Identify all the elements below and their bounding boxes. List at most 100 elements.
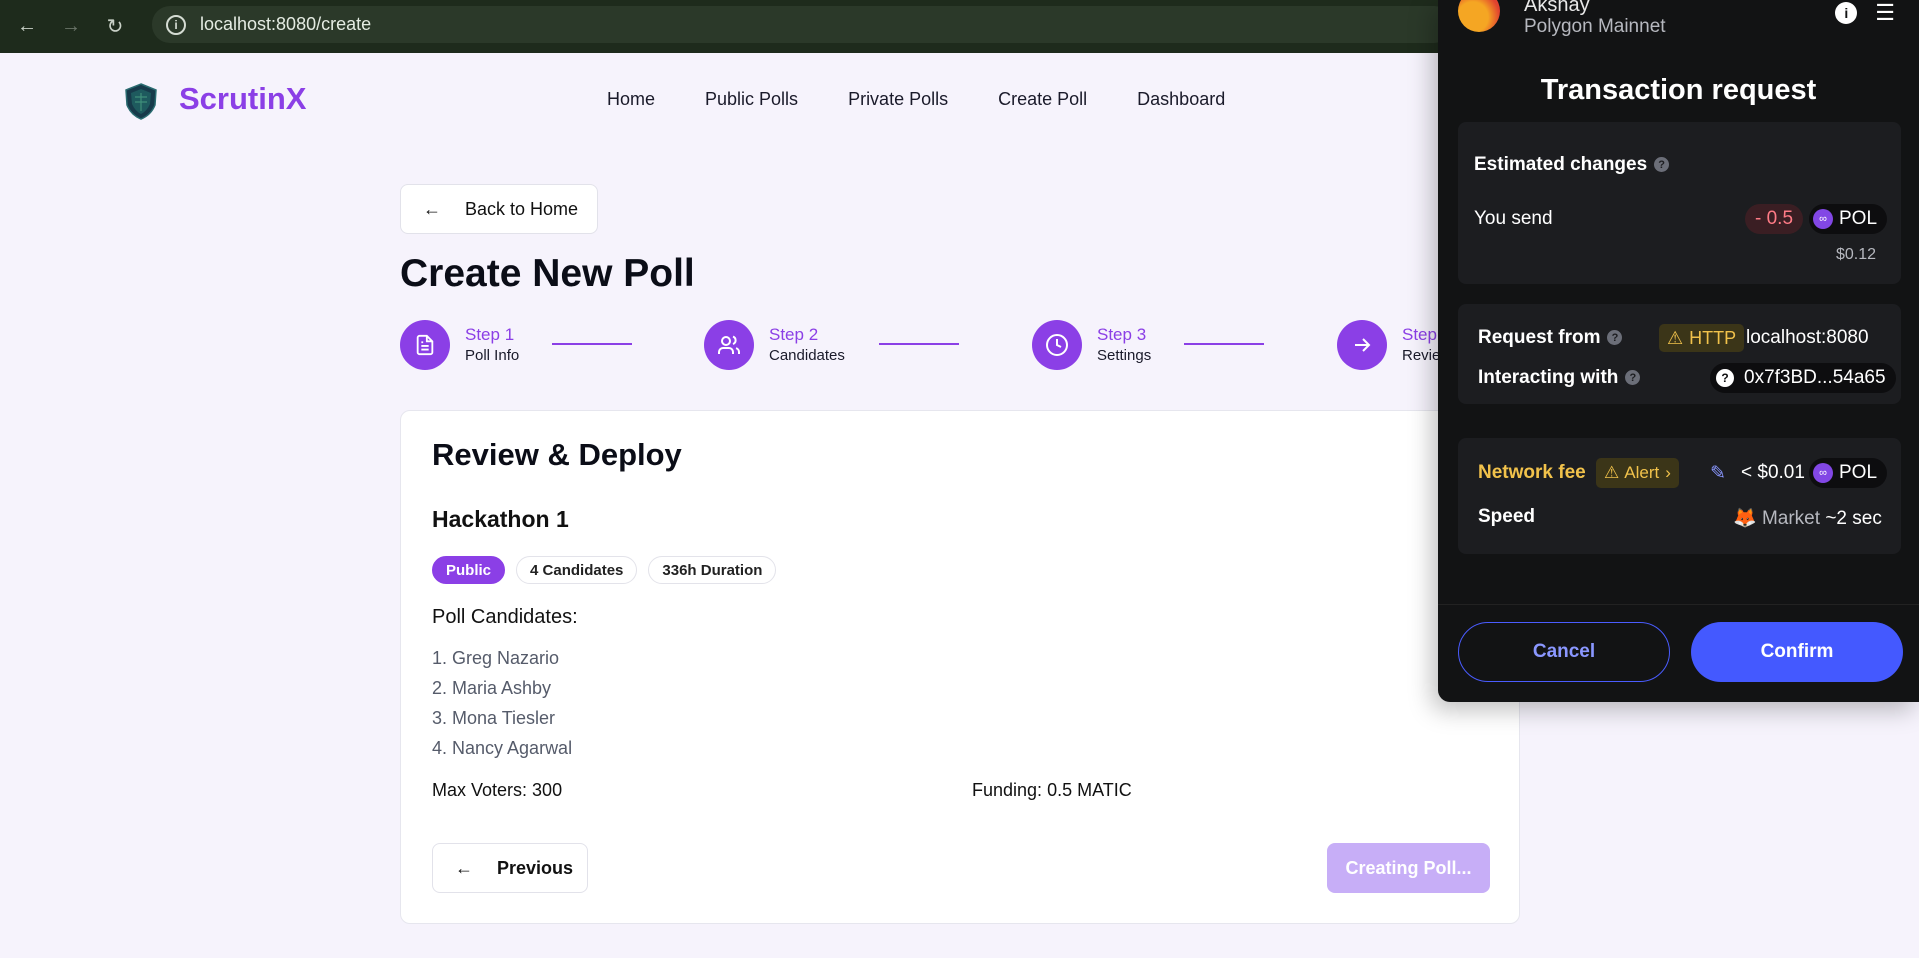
fee-token-symbol: POL [1839,462,1878,483]
network-fee-label: Network fee [1478,462,1586,483]
review-title: Review & Deploy [432,437,682,472]
estimated-changes-section: Estimated changes? You send - 0.5 ∞ POL … [1458,122,1901,284]
origin-url: localhost:8080 [1746,327,1869,348]
contract-address-pill[interactable]: ? 0x7f3BD...54a65 [1710,363,1896,393]
step-3-label: Step 3 [1097,325,1147,344]
send-amount: - 0.5 [1745,204,1804,234]
question-icon: ? [1716,369,1734,387]
nav-home[interactable]: Home [607,89,655,110]
poll-name: Hackathon 1 [432,506,569,532]
wallet-popup: Akshay Polygon Mainnet i ☰ Transaction r… [1438,0,1919,702]
alert-badge[interactable]: ⚠ Alert › [1596,458,1679,488]
max-voters-label: Max Voters: [432,780,528,800]
nav-dashboard[interactable]: Dashboard [1137,89,1225,110]
help-icon[interactable]: ? [1607,330,1623,346]
step-1-sub: Poll Info [465,347,520,364]
step-connector [879,343,959,345]
help-icon[interactable]: ? [1654,157,1670,173]
speed-time: ~2 sec [1825,508,1882,529]
step-2-label: Step 2 [769,325,819,344]
back-to-home-button[interactable]: ← Back to Home [400,184,598,234]
review-card: Review & Deploy Hackathon 1 Public 4 Can… [400,410,1520,924]
speed-value: 🦊 Market ~2 sec [1733,506,1882,530]
step-4: Step Revie [1337,320,1440,370]
list-item: 1. Greg Nazario [432,648,560,668]
main-nav: Home Public Polls Private Polls Create P… [607,89,1225,110]
visibility-badge: Public [432,556,506,584]
speed-market: Market [1761,508,1821,529]
cancel-button[interactable]: Cancel [1458,622,1670,682]
previous-button[interactable]: ← Previous [432,843,588,893]
nav-private-polls[interactable]: Private Polls [848,89,948,110]
document-icon [400,320,450,370]
network-name[interactable]: Polygon Mainnet [1524,16,1666,38]
sliders-icon[interactable]: ☰ [1875,2,1895,24]
step-connector [1184,343,1264,345]
step-connector [552,343,632,345]
users-icon [704,320,754,370]
duration-badge: 336h Duration [648,556,777,584]
footer-divider [1438,604,1919,605]
url-text: localhost:8080/create [200,14,372,34]
candidates-list: 1. Greg Nazario 2. Maria Ashby 3. Mona T… [432,643,572,763]
request-section: Request from? ⚠ HTTP localhost:8080 Inte… [1458,304,1901,404]
list-item: 4. Nancy Agarwal [432,738,573,758]
transaction-title: Transaction request [1540,74,1817,106]
fox-icon: 🦊 [1733,508,1757,529]
max-voters: Max Voters: 300 [432,780,562,801]
forward-arrow-icon[interactable]: → [54,10,88,44]
previous-label: Previous [497,857,574,878]
poll-badges: Public 4 Candidates 336h Duration [432,556,777,584]
back-arrow-icon[interactable]: ← [10,10,44,44]
interacting-with-label: Interacting with [1478,367,1619,388]
network-fee-section: Network fee ⚠ Alert › ✎ < $0.01 ∞ POL Sp… [1458,438,1901,554]
funding-value: 0.5 MATIC [1042,780,1132,800]
warning-icon: ⚠ [1604,463,1620,482]
arrow-left-icon: ← [455,857,473,878]
warning-icon: ⚠ [1667,327,1684,348]
funding: Funding: 0.5 MATIC [972,780,1132,801]
polygon-icon: ∞ [1813,463,1833,483]
shield-logo-icon [125,83,157,120]
step-1-label: Step 1 [465,325,515,344]
http-warning-badge[interactable]: ⚠ HTTP [1659,324,1745,352]
address-bar[interactable]: i localhost:8080/create [152,6,1452,43]
candidates-heading: Poll Candidates: [432,606,578,628]
step-2: Step 2 Candidates [704,320,845,370]
step-3: Step 3 Settings [1032,320,1151,370]
estimated-changes-label: Estimated changes [1474,154,1648,175]
reload-icon[interactable]: ↻ [98,10,132,44]
fee-amount: < $0.01 [1741,462,1805,483]
site-info-icon[interactable]: i [166,14,186,35]
chevron-right-icon: › [1665,463,1671,482]
arrow-right-icon [1337,320,1387,370]
account-avatar[interactable] [1458,0,1500,32]
token-symbol: POL [1839,208,1878,229]
send-usd: $0.12 [1836,246,1877,263]
step-4-label: Step [1402,325,1437,344]
info-icon[interactable]: i [1835,2,1858,24]
step-3-sub: Settings [1097,347,1152,364]
help-icon[interactable]: ? [1625,370,1641,386]
contract-address: 0x7f3BD...54a65 [1744,367,1886,388]
edit-fee-icon[interactable]: ✎ [1710,462,1726,485]
page-title: Create New Poll [400,252,695,295]
list-item: 3. Mona Tiesler [432,708,556,728]
token-pill[interactable]: ∞ POL [1809,204,1888,234]
confirm-button[interactable]: Confirm [1691,622,1903,682]
create-poll-button[interactable]: Creating Poll... [1327,843,1490,893]
step-1: Step 1 Poll Info [400,320,519,370]
list-item: 2. Maria Ashby [432,678,552,698]
brand-name[interactable]: ScrutinX [179,81,306,117]
speed-label: Speed [1478,506,1536,527]
polygon-icon: ∞ [1813,209,1833,229]
nav-public-polls[interactable]: Public Polls [705,89,798,110]
back-to-home-label: Back to Home [465,198,579,219]
funding-label: Funding: [972,780,1043,800]
alert-label: Alert [1624,463,1660,482]
arrow-left-icon: ← [423,198,441,219]
step-4-sub: Revie [1402,347,1441,364]
clock-icon [1032,320,1082,370]
step-2-sub: Candidates [769,347,845,364]
nav-create-poll[interactable]: Create Poll [998,89,1087,110]
